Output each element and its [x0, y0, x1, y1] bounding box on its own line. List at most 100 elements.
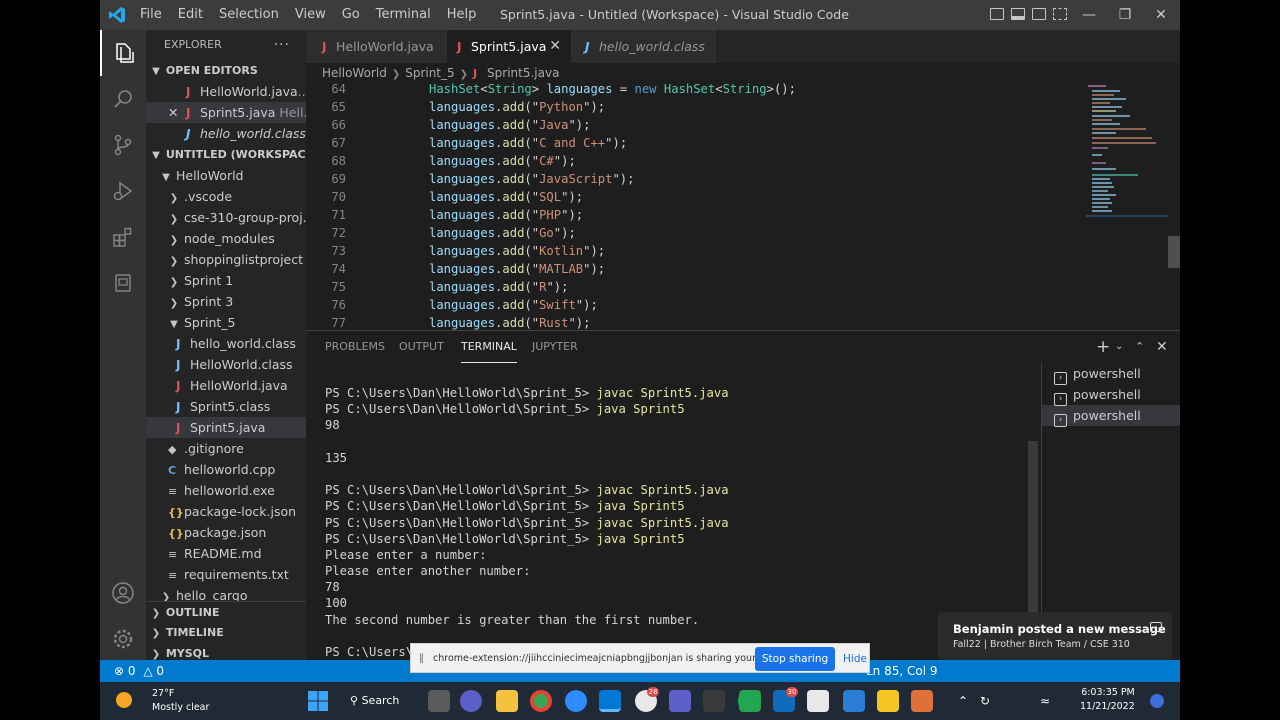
folder-item[interactable]: ❯ hello_cargo: [146, 585, 306, 601]
close-editor-icon[interactable]: ✕: [168, 102, 186, 123]
minimize-button[interactable]: —: [1071, 0, 1107, 30]
terminal-instance[interactable]: › powershell: [1042, 384, 1180, 406]
run-debug-icon[interactable]: [100, 168, 146, 214]
timeline-section[interactable]: ❯ TIMELINE: [146, 622, 306, 643]
menu-selection[interactable]: Selection: [211, 0, 287, 30]
menu-go[interactable]: Go: [334, 0, 368, 30]
file-item[interactable]: ≡ helloworld.exe: [146, 480, 306, 501]
folder-item[interactable]: ❯ shoppinglistproject: [146, 249, 306, 270]
terminal-instance[interactable]: › powershell: [1042, 363, 1180, 385]
xampp-icon[interactable]: [911, 690, 933, 712]
open-editors-section[interactable]: ▼ OPEN EDITORS: [146, 60, 306, 81]
mysql-section[interactable]: ❯ MYSQL: [146, 643, 306, 660]
terminal-dropdown-icon[interactable]: ⌄: [1115, 331, 1123, 363]
settings-gear-icon[interactable]: [100, 616, 146, 662]
toggle-secondary-sidebar-icon[interactable]: [1032, 8, 1046, 20]
open-editor-item[interactable]: Jhello_world.class...: [146, 123, 306, 144]
search-icon[interactable]: [100, 76, 146, 122]
tab-sprint5-java[interactable]: J Sprint5.java ✕: [447, 30, 571, 63]
open-editor-item[interactable]: ✕J Sprint5.java Hell...: [146, 102, 306, 123]
tab-terminal[interactable]: TERMINAL: [461, 331, 517, 363]
menu-edit[interactable]: Edit: [170, 0, 211, 30]
file-item[interactable]: J HelloWorld.java: [146, 375, 306, 396]
keepass-icon[interactable]: [877, 690, 899, 712]
close-window-button[interactable]: ✕: [1143, 0, 1179, 30]
tray-chevron-icon[interactable]: ⌃: [958, 694, 968, 708]
task-view-icon[interactable]: [428, 690, 450, 712]
file-item[interactable]: {}package-lock.json: [146, 501, 306, 522]
file-item[interactable]: J HelloWorld.class: [146, 354, 306, 375]
folder-item[interactable]: ❯ .vscode: [146, 186, 306, 207]
start-icon[interactable]: [307, 690, 329, 712]
zoom-icon[interactable]: [565, 690, 587, 712]
more-actions-icon[interactable]: ···: [274, 30, 290, 60]
new-terminal-icon[interactable]: +: [1096, 331, 1110, 363]
menu-help[interactable]: Help: [439, 0, 485, 30]
close-panel-icon[interactable]: ✕: [1156, 331, 1168, 363]
stop-sharing-button[interactable]: Stop sharing: [755, 647, 835, 671]
source-control-icon[interactable]: [100, 122, 146, 168]
terminal-output[interactable]: PS C:\Users\Dan\HelloWorld\Sprint_5> jav…: [325, 385, 1025, 660]
menu-view[interactable]: View: [287, 0, 334, 30]
tab-helloworld-java[interactable]: J HelloWorld.java: [306, 30, 447, 63]
file-item[interactable]: {}package.json: [146, 522, 306, 543]
explorer-icon[interactable]: [100, 30, 146, 76]
tab-problems[interactable]: PROBLEMS: [325, 331, 385, 363]
file-item[interactable]: ◆ .gitignore: [146, 438, 306, 459]
taskbar-search[interactable]: ⚲ Search: [350, 689, 399, 713]
tab-jupyter[interactable]: JUPYTER: [532, 331, 578, 363]
menu-file[interactable]: File: [132, 0, 170, 30]
editor-scrollbar[interactable]: [1168, 236, 1180, 268]
teams-icon[interactable]: [669, 690, 691, 712]
hide-button[interactable]: Hide: [843, 644, 867, 674]
toggle-primary-sidebar-icon[interactable]: [990, 8, 1004, 20]
message-notification[interactable]: Benjamin posted a new message Fall22 | B…: [938, 612, 1172, 660]
menu-terminal[interactable]: Terminal: [368, 0, 439, 30]
extensions-icon[interactable]: [100, 214, 146, 260]
problems-status[interactable]: ⊗ 0 △ 0: [100, 660, 164, 682]
folder-item[interactable]: ❯ Sprint 3: [146, 291, 306, 312]
file-item[interactable]: ≡ README.md: [146, 543, 306, 564]
customize-layout-icon[interactable]: [1053, 8, 1067, 20]
file-item[interactable]: Jhello_world.class: [146, 333, 306, 354]
minimap[interactable]: [1086, 83, 1168, 233]
calculator-icon[interactable]: [703, 690, 725, 712]
terminal-instance[interactable]: › powershell: [1042, 405, 1180, 427]
close-tab-icon[interactable]: ✕: [549, 30, 561, 63]
notification-center-icon[interactable]: [1150, 694, 1164, 708]
file-item[interactable]: J Sprint5.class: [146, 396, 306, 417]
file-item[interactable]: ≡ requirements.txt: [146, 564, 306, 585]
word-icon[interactable]: [843, 690, 865, 712]
cursor-position[interactable]: Ln 85, Col 9: [866, 660, 938, 682]
maximize-panel-icon[interactable]: ⌃: [1135, 331, 1144, 363]
file-explorer-icon[interactable]: [496, 690, 518, 712]
toggle-panel-icon[interactable]: [1011, 8, 1025, 20]
folder-item[interactable]: ❯ cse-310-group-proj...: [146, 207, 306, 228]
chat-app-icon[interactable]: [460, 690, 482, 712]
tab-hello-world-class[interactable]: Jhello_world.class: [571, 30, 716, 63]
vscode-taskbar-icon[interactable]: [599, 690, 621, 712]
folder-item[interactable]: ▼ Sprint_5: [146, 312, 306, 333]
file-item[interactable]: J Sprint5.java: [146, 417, 306, 438]
breadcrumb-item[interactable]: HelloWorld: [322, 66, 387, 80]
breadcrumb-item[interactable]: Sprint_5: [405, 66, 454, 80]
wifi-icon[interactable]: ≈: [1040, 694, 1050, 708]
clock[interactable]: 6:03:35 PM 11/21/2022: [1080, 686, 1135, 714]
outline-section[interactable]: ❯ OUTLINE: [146, 601, 306, 622]
remote-explorer-icon[interactable]: [100, 260, 146, 306]
notepad-icon[interactable]: [807, 690, 829, 712]
open-editor-item[interactable]: J HelloWorld.java...: [146, 81, 306, 102]
code-editor[interactable]: 64 HashSet<String> languages = new HashSe…: [306, 80, 1180, 330]
workspace-section[interactable]: ▼ UNTITLED (WORKSPACE): [146, 144, 306, 165]
tab-output[interactable]: OUTPUT: [399, 331, 444, 363]
restore-button[interactable]: ❐: [1107, 0, 1143, 30]
folder-item[interactable]: ❯ node_modules: [146, 228, 306, 249]
folder-item[interactable]: ▼ HelloWorld: [146, 165, 306, 186]
breadcrumb-item[interactable]: Sprint5.java: [487, 66, 559, 80]
file-item[interactable]: Chelloworld.cpp: [146, 459, 306, 480]
tray-app-icon[interactable]: ↻: [980, 694, 990, 708]
chrome-icon[interactable]: [530, 690, 552, 712]
edge-icon[interactable]: [738, 690, 760, 712]
folder-item[interactable]: ❯ Sprint 1: [146, 270, 306, 291]
account-icon[interactable]: [100, 570, 146, 616]
